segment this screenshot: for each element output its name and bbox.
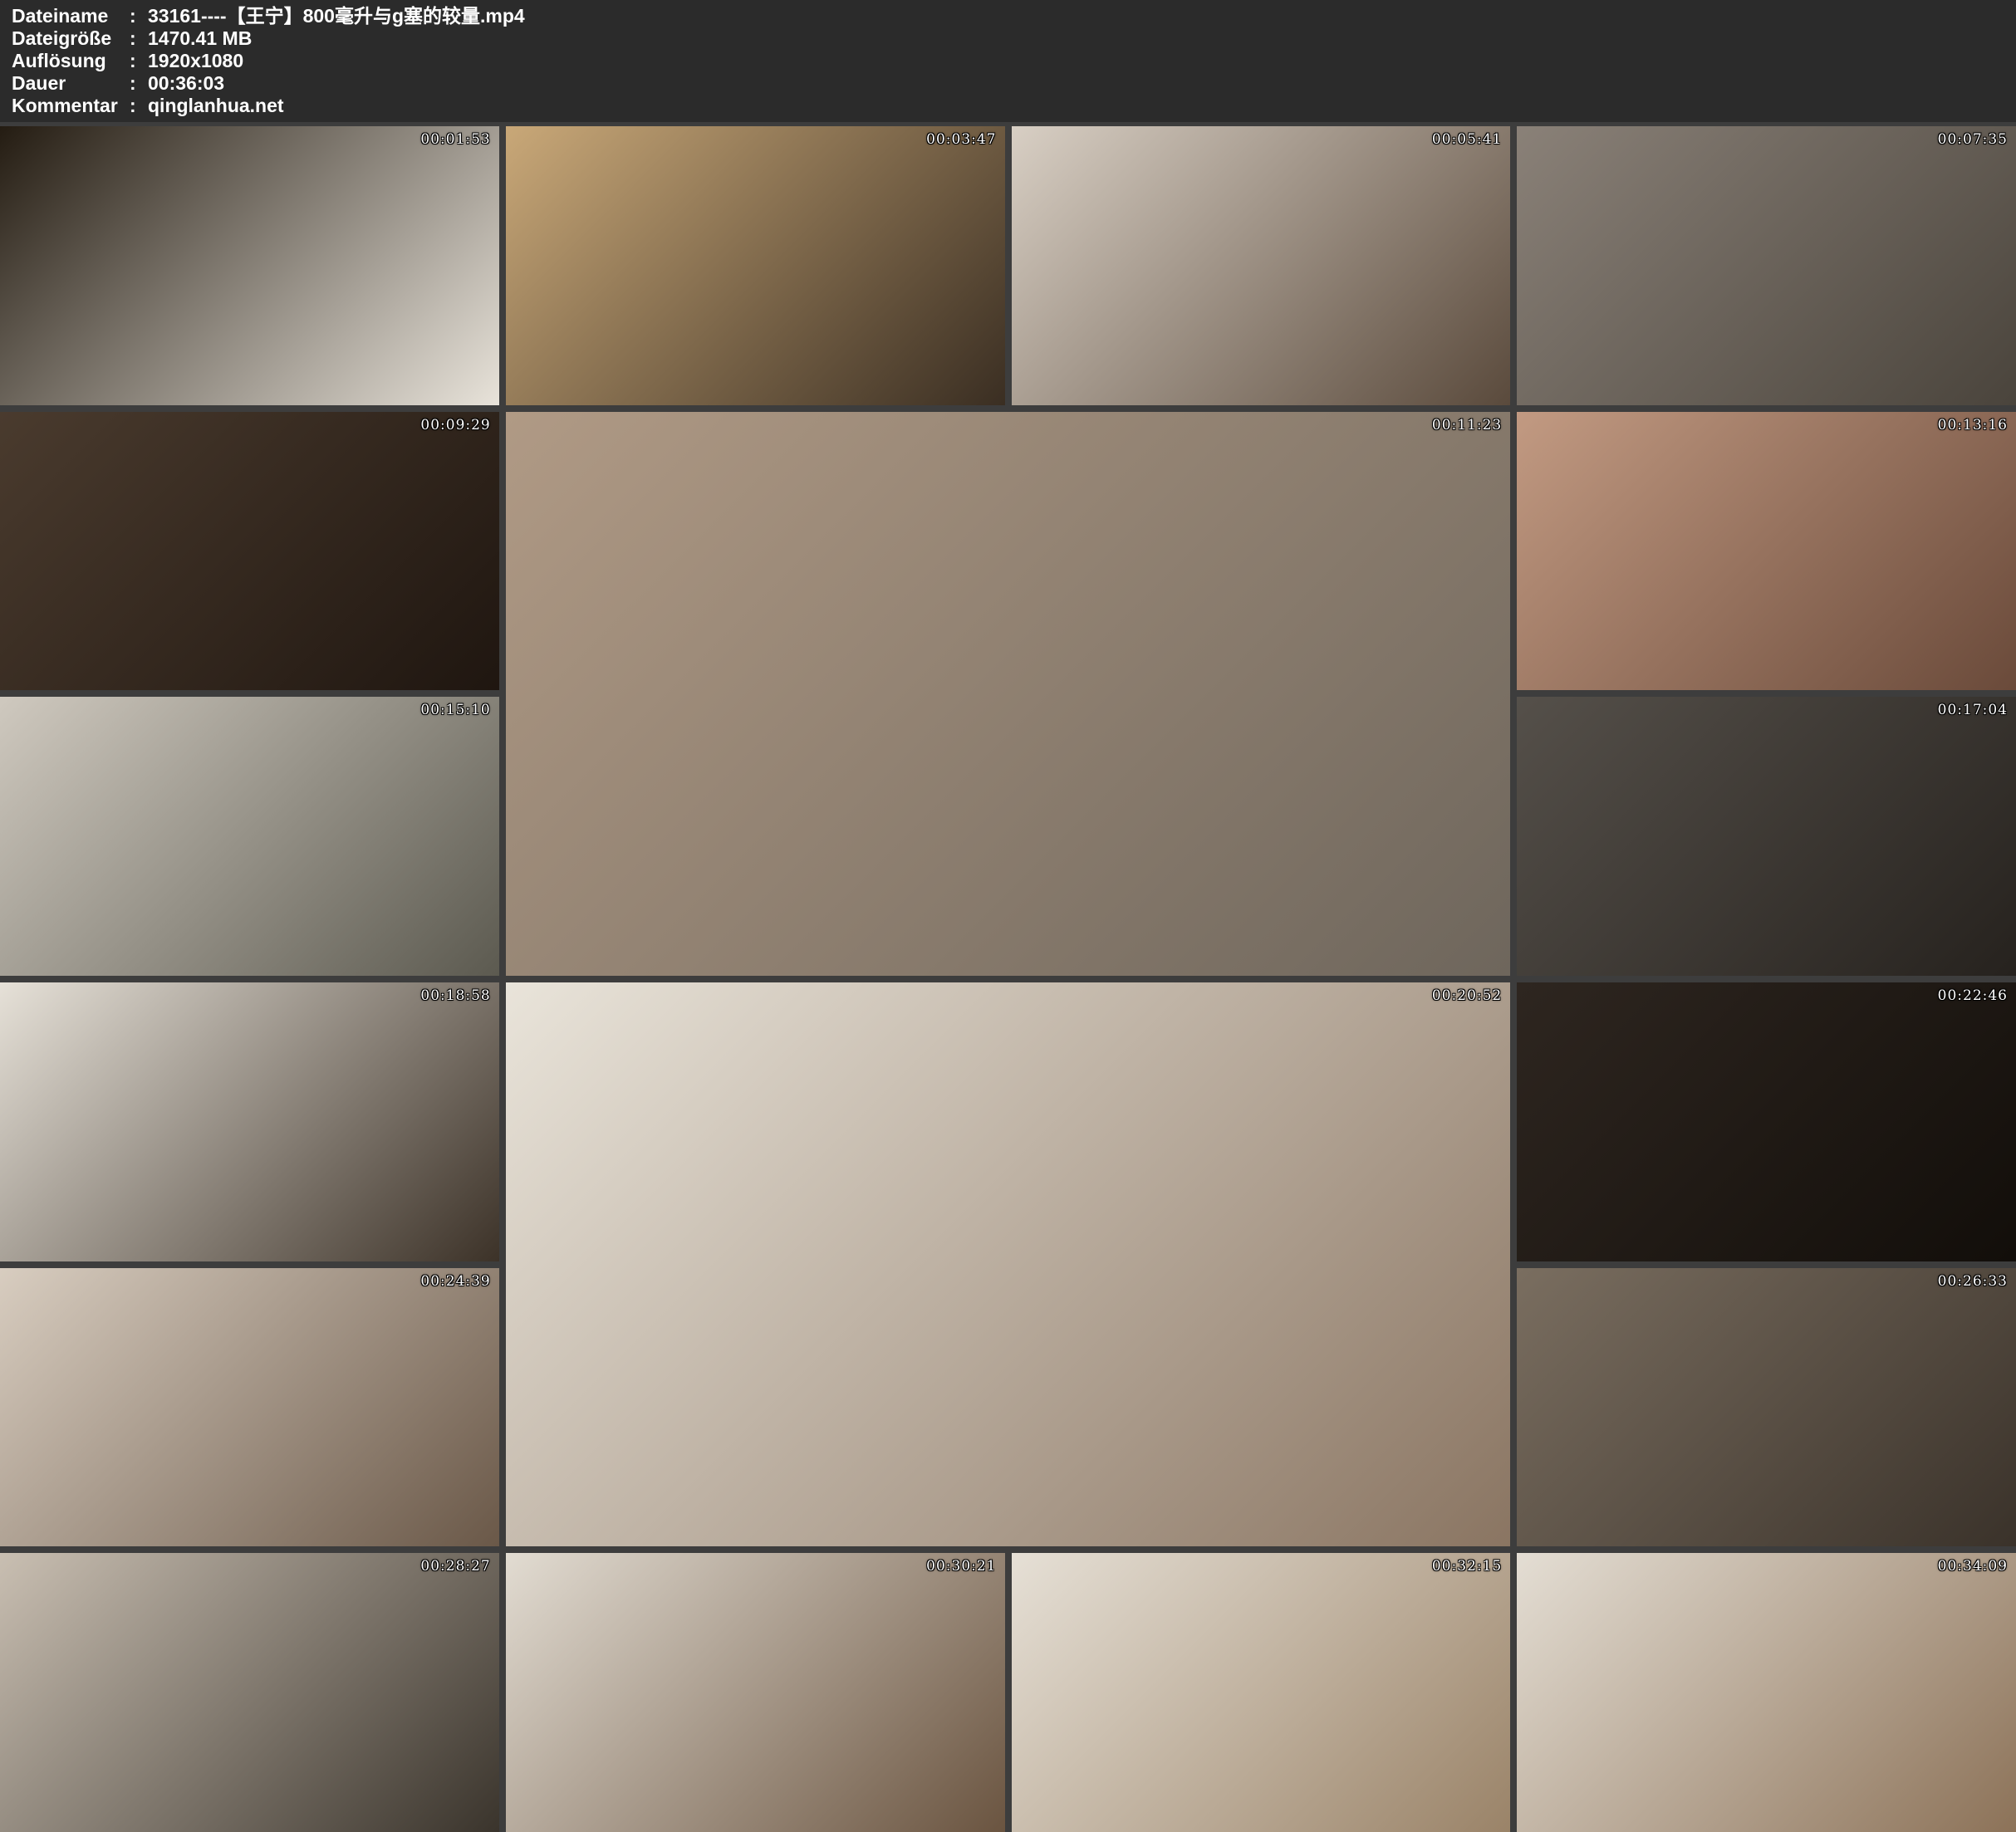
video-thumbnail: 00:07:35: [1517, 126, 2016, 405]
timestamp-overlay: 00:24:39: [420, 1273, 490, 1290]
meta-row-filesize: Dateigröße : 1470.41 MB: [12, 27, 2016, 50]
timestamp-overlay: 00:30:21: [926, 1558, 996, 1575]
video-thumbnail: 00:13:16: [1517, 412, 2016, 691]
timestamp-overlay: 00:26:33: [1938, 1273, 2008, 1290]
timestamp-overlay: 00:03:47: [926, 131, 996, 148]
timestamp-overlay: 00:01:53: [420, 131, 490, 148]
filename-value: 33161----【王宁】800毫升与g塞的较量.mp4: [148, 5, 2016, 27]
video-thumbnail: 00:26:33: [1517, 1268, 2016, 1547]
filename-label: Dateiname: [12, 5, 130, 27]
video-thumbnail: 00:01:53: [0, 126, 499, 405]
timestamp-overlay: 00:20:52: [1432, 987, 1502, 1004]
duration-label: Dauer: [12, 72, 130, 95]
separator-colon: :: [130, 72, 148, 95]
video-thumbnail: 00:03:47: [506, 126, 1005, 405]
timestamp-overlay: 00:32:15: [1432, 1558, 1502, 1575]
separator-colon: :: [130, 50, 148, 72]
timestamp-overlay: 00:13:16: [1938, 417, 2008, 434]
meta-row-filename: Dateiname : 33161----【王宁】800毫升与g塞的较量.mp4: [12, 5, 2016, 27]
contact-sheet-page: Dateiname : 33161----【王宁】800毫升与g塞的较量.mp4…: [0, 0, 2016, 1832]
resolution-value: 1920x1080: [148, 50, 2016, 72]
timestamp-overlay: 00:07:35: [1938, 131, 2008, 148]
video-thumbnail: 00:24:39: [0, 1268, 499, 1547]
separator-colon: :: [130, 95, 148, 117]
video-thumbnail: 00:09:29: [0, 412, 499, 691]
timestamp-overlay: 00:22:46: [1938, 987, 2008, 1004]
comment-label: Kommentar: [12, 95, 130, 117]
comment-value: qinglanhua.net: [148, 95, 2016, 117]
timestamp-overlay: 00:11:23: [1432, 417, 1502, 434]
timestamp-overlay: 00:15:10: [420, 702, 490, 718]
video-thumbnail-large: 00:11:23: [506, 412, 1511, 976]
video-thumbnail: 00:17:04: [1517, 697, 2016, 976]
video-thumbnail: 00:22:46: [1517, 982, 2016, 1261]
file-metadata-header: Dateiname : 33161----【王宁】800毫升与g塞的较量.mp4…: [0, 0, 2016, 122]
timestamp-overlay: 00:34:09: [1938, 1558, 2008, 1575]
meta-row-duration: Dauer : 00:36:03: [12, 72, 2016, 95]
video-thumbnail: 00:28:27: [0, 1553, 499, 1832]
meta-row-comment: Kommentar : qinglanhua.net: [12, 95, 2016, 117]
meta-row-resolution: Auflösung : 1920x1080: [12, 50, 2016, 72]
video-thumbnail: 00:05:41: [1012, 126, 1511, 405]
timestamp-overlay: 00:17:04: [1938, 702, 2008, 718]
video-thumbnail: 00:18:58: [0, 982, 499, 1261]
video-thumbnail-large: 00:20:52: [506, 982, 1511, 1546]
timestamp-overlay: 00:05:41: [1432, 131, 1502, 148]
thumbnail-grid: 00:01:53 00:03:47 00:05:41 00:07:35 00:0…: [0, 126, 2016, 1832]
separator-colon: :: [130, 27, 148, 50]
filesize-label: Dateigröße: [12, 27, 130, 50]
video-thumbnail: 00:34:09: [1517, 1553, 2016, 1832]
timestamp-overlay: 00:28:27: [420, 1558, 490, 1575]
filesize-value: 1470.41 MB: [148, 27, 2016, 50]
duration-value: 00:36:03: [148, 72, 2016, 95]
video-thumbnail: 00:15:10: [0, 697, 499, 976]
video-thumbnail: 00:32:15: [1012, 1553, 1511, 1832]
video-thumbnail: 00:30:21: [506, 1553, 1005, 1832]
resolution-label: Auflösung: [12, 50, 130, 72]
timestamp-overlay: 00:09:29: [420, 417, 490, 434]
timestamp-overlay: 00:18:58: [420, 987, 490, 1004]
separator-colon: :: [130, 5, 148, 27]
